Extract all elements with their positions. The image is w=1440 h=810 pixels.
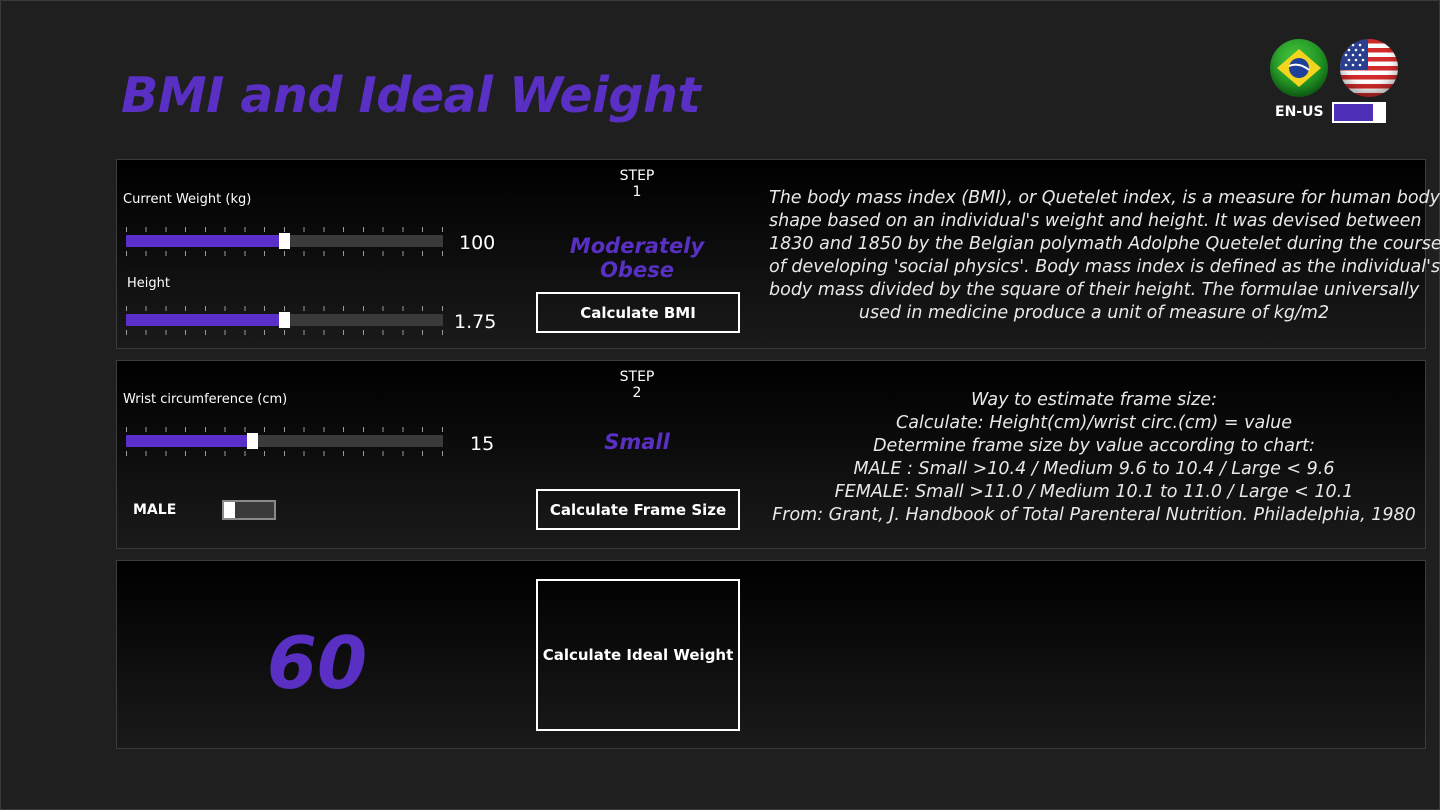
bmi-info-line: used in medicine produce a unit of measu… xyxy=(858,303,1330,323)
bmi-result: Moderately Obese xyxy=(569,234,705,282)
step3-panel: 60 Calculate Ideal Weight xyxy=(116,560,1426,749)
height-slider-fill xyxy=(126,314,285,326)
wrist-ticks-bottom xyxy=(126,451,443,456)
bmi-info-line: 1830 and 1850 by the Belgian polymath Ad… xyxy=(769,234,1440,254)
frame-info-line: Calculate: Height(cm)/wrist circ.(cm) = … xyxy=(896,413,1292,433)
weight-ticks-bottom xyxy=(126,251,443,256)
height-slider[interactable] xyxy=(126,312,443,328)
bmi-info-line: body mass divided by the square of their… xyxy=(769,280,1420,300)
sex-toggle-knob[interactable] xyxy=(224,502,235,518)
frame-info-line: From: Grant, J. Handbook of Total Parent… xyxy=(772,505,1416,525)
height-label: Height xyxy=(127,276,170,291)
calculate-bmi-button[interactable]: Calculate BMI xyxy=(536,292,740,333)
weight-label: Current Weight (kg) xyxy=(123,192,252,207)
height-ticks-bottom xyxy=(126,330,443,335)
sex-toggle[interactable] xyxy=(222,500,276,520)
weight-slider[interactable] xyxy=(126,233,443,249)
frame-info-line: FEMALE: Small >11.0 / Medium 10.1 to 11.… xyxy=(834,482,1354,502)
frame-info-text: Way to estimate frame size: Calculate: H… xyxy=(769,389,1419,527)
step1-label: STEP 1 xyxy=(619,168,655,200)
step1-panel: STEP 1 Current Weight (kg) 100 Height 1.… xyxy=(116,159,1440,349)
sex-label: MALE xyxy=(133,502,177,518)
frame-info-line: Determine frame size by value according … xyxy=(873,436,1315,456)
brazil-flag-icon[interactable] xyxy=(1270,39,1328,97)
weight-slider-fill xyxy=(126,235,285,247)
height-value: 1.75 xyxy=(454,311,497,333)
bmi-info-text: The body mass index (BMI), or Quetelet i… xyxy=(769,187,1440,325)
frame-info-line: MALE : Small >10.4 / Medium 9.6 to 10.4 … xyxy=(853,459,1335,479)
bmi-info-line: The body mass index (BMI), or Quetelet i… xyxy=(769,188,1440,208)
wrist-label: Wrist circumference (cm) xyxy=(123,392,288,407)
language-toggle-knob[interactable] xyxy=(1373,104,1384,121)
calculate-ideal-weight-button[interactable]: Calculate Ideal Weight xyxy=(536,579,740,731)
step2-label: STEP 2 xyxy=(619,369,655,401)
step2-panel: STEP 2 Wrist circumference (cm) 15 MALE … xyxy=(116,360,1426,549)
language-toggle[interactable] xyxy=(1332,102,1386,123)
wrist-slider[interactable] xyxy=(126,433,443,449)
frame-info-line: Way to estimate frame size: xyxy=(971,390,1217,410)
calculate-frame-size-button[interactable]: Calculate Frame Size xyxy=(536,489,740,530)
weight-slider-thumb[interactable] xyxy=(279,233,290,249)
usa-flag-icon[interactable] xyxy=(1340,39,1398,97)
wrist-ticks-top xyxy=(126,427,443,432)
language-label: EN-US xyxy=(1275,104,1324,120)
weight-ticks-top xyxy=(126,227,443,232)
weight-value: 100 xyxy=(459,232,496,254)
wrist-slider-thumb[interactable] xyxy=(247,433,259,449)
bmi-info-line: shape based on an individual's weight an… xyxy=(769,211,1422,231)
height-ticks-top xyxy=(126,306,443,311)
frame-size-result: Small xyxy=(604,430,670,454)
wrist-value: 15 xyxy=(470,433,495,455)
wrist-slider-fill xyxy=(126,435,253,447)
ideal-weight-value: 60 xyxy=(266,621,368,705)
bmi-info-line: of developing 'social physics'. Body mas… xyxy=(769,257,1440,277)
app-title: BMI and Ideal Weight xyxy=(121,67,701,124)
height-slider-thumb[interactable] xyxy=(279,312,290,328)
